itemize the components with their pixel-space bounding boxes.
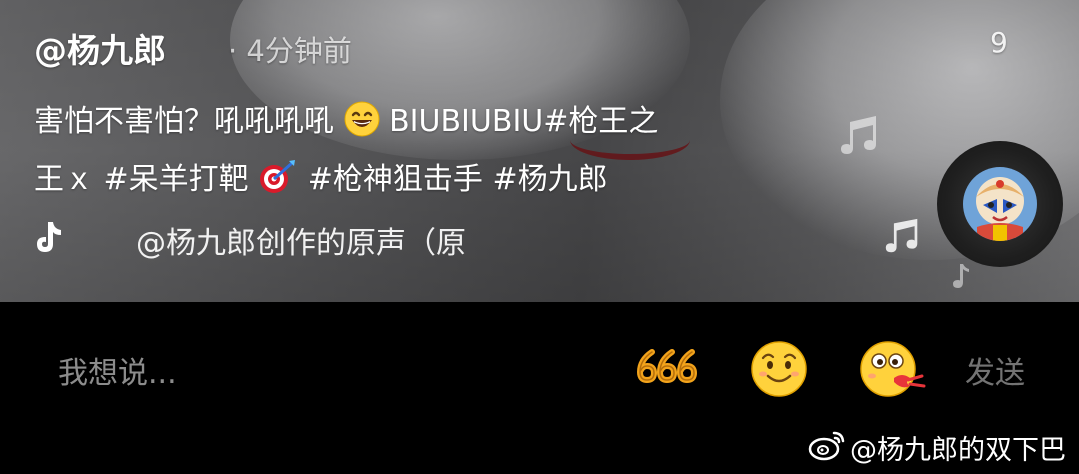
send-button[interactable]: 发送 xyxy=(965,348,1025,392)
caption-hashtag[interactable]: 王ｘ #呆羊打靶 xyxy=(34,162,249,197)
weibo-icon xyxy=(808,429,846,465)
direct-hit-dart-icon xyxy=(258,159,298,212)
drooling-kiss-emoji-icon[interactable] xyxy=(858,338,928,402)
watermark: @杨九郎的双下巴 xyxy=(808,429,1066,466)
avatar[interactable] xyxy=(963,167,1037,241)
post-time: · 4分钟前 xyxy=(228,34,352,68)
tiktok-note-icon xyxy=(34,220,62,258)
watermark-text: @杨九郎的双下巴 xyxy=(850,434,1066,466)
caption-line-2: 王ｘ #呆羊打靶 #枪神狙击手 #杨九郎 xyxy=(34,154,658,212)
caption-line-1: 害怕不害怕？吼吼吼吼 BIUBIUBIU#枪王之 xyxy=(34,96,658,154)
grinning-face-icon xyxy=(344,101,380,154)
music-note-icon xyxy=(880,218,924,258)
author-name[interactable]: @杨九郎 xyxy=(34,24,166,72)
smile-emoji-icon[interactable] xyxy=(748,338,810,402)
emoji-666-icon[interactable] xyxy=(634,346,700,390)
video-frame[interactable]: @杨九郎 · 4分钟前 9 害怕不害怕？吼吼吼吼 BIUBIUBIU#枪王之 王… xyxy=(0,0,1079,302)
music-note-icon xyxy=(836,112,882,162)
comment-input[interactable]: 我想说... xyxy=(58,348,177,392)
caption-text: 害怕不害怕？吼吼吼吼 xyxy=(34,104,334,139)
viewer-count: 9 xyxy=(990,26,1008,59)
music-note-icon xyxy=(952,262,970,294)
caption-hashtag[interactable]: #枪神狙击手 #杨九郎 xyxy=(308,162,608,197)
caption-text: BIUBIUBIU#枪王之 xyxy=(389,104,659,139)
music-title: @杨九郎创作的原声（原 xyxy=(136,226,466,261)
caption: 害怕不害怕？吼吼吼吼 BIUBIUBIU#枪王之 王ｘ #呆羊打靶 #枪神狙击手… xyxy=(34,96,658,212)
